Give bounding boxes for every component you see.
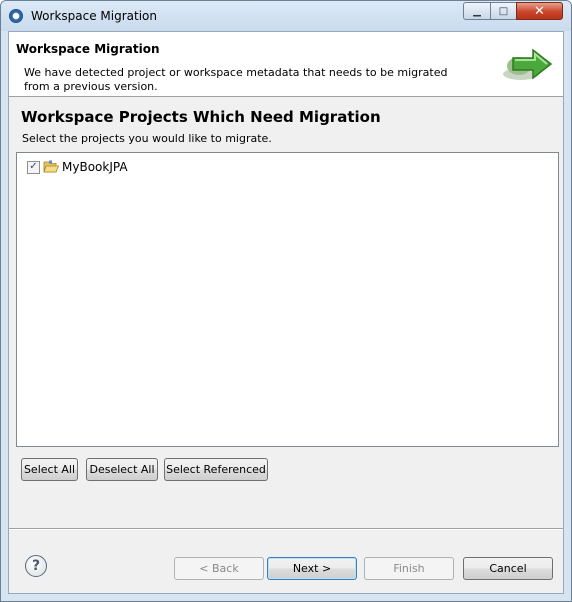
dialog-content: Workspace Migration We have detected pro… — [8, 31, 564, 594]
banner-title: Workspace Migration — [16, 42, 160, 56]
project-label: MyBookJPA — [62, 160, 128, 174]
back-button[interactable]: < Back — [174, 557, 264, 580]
cancel-button[interactable]: Cancel — [463, 557, 553, 580]
section-title: Workspace Projects Which Need Migration — [21, 108, 381, 126]
next-button[interactable]: Next > — [267, 557, 357, 580]
title-bar[interactable]: Workspace Migration ▁ □ ✕ — [1, 1, 571, 31]
footer-separator — [9, 528, 563, 530]
minimize-button[interactable]: ▁ — [463, 2, 491, 20]
select-referenced-button[interactable]: Select Referenced — [164, 458, 268, 481]
finish-button[interactable]: Finish — [364, 557, 454, 580]
section-description: Select the projects you would like to mi… — [22, 132, 272, 145]
eclipse-app-icon — [9, 9, 23, 23]
project-checkbox[interactable]: ✓ — [27, 160, 40, 174]
green-arrow-icon — [503, 48, 553, 80]
help-icon[interactable]: ? — [25, 555, 47, 577]
maximize-button[interactable]: □ — [490, 2, 517, 20]
projects-list[interactable]: ✓ MyBookJPA — [16, 152, 559, 447]
window-title: Workspace Migration — [31, 9, 157, 23]
open-folder-icon — [43, 160, 59, 173]
list-item-mybookjpa[interactable]: ✓ MyBookJPA — [27, 160, 128, 174]
workspace-migration-window: Workspace Migration ▁ □ ✕ Workspace Migr… — [0, 0, 572, 602]
banner-description: We have detected project or workspace me… — [24, 66, 448, 93]
select-all-button[interactable]: Select All — [21, 458, 78, 481]
close-button[interactable]: ✕ — [516, 2, 563, 20]
deselect-all-button[interactable]: Deselect All — [86, 458, 158, 481]
wizard-banner: Workspace Migration We have detected pro… — [9, 32, 563, 97]
